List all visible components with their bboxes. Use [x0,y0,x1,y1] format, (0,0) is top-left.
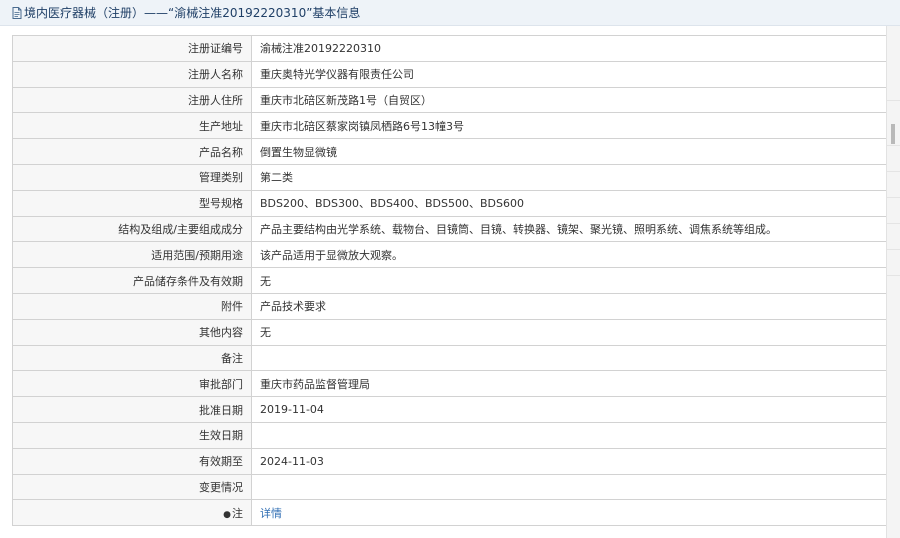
row-label: 变更情况 [12,473,252,501]
document-icon [12,6,22,19]
row-value: 倒置生物显微镜 [251,138,887,165]
table-row: 变更情况 [12,473,887,501]
note-value-cell: 详情 [251,499,887,527]
details-link[interactable]: 详情 [260,507,282,520]
row-value [251,473,887,501]
row-value: 产品技术要求 [251,292,887,320]
table-row: 生效日期 [12,421,887,449]
info-table-container: 注册证编号 渝械注准20192220310 注册人名称 重庆奥特光学仪器有限责任公司注… [12,35,887,527]
row-label: 审批部门 [12,370,252,398]
row-label: 注册人住所 [12,86,252,114]
sidebar-segment [887,198,900,224]
table-row: 生产地址 重庆市北碚区蔡家岗镇凤栖路6号13幢3号 [12,112,887,140]
table-row: 附件 产品技术要求 [12,292,887,320]
row-value: 无 [251,318,887,346]
scroll-thumb[interactable] [891,124,895,144]
row-label: 生效日期 [12,421,252,449]
table-row: 注册人名称 重庆奥特光学仪器有限责任公司 [12,60,887,88]
row-label: 附件 [12,292,252,320]
row-value: 重庆市药品监督管理局 [251,370,887,398]
row-label: 产品名称 [12,138,252,165]
row-label: 适用范围/预期用途 [12,241,252,269]
row-label: 注册证编号 [12,35,252,62]
sidebar-segment [887,26,900,101]
row-label: 批准日期 [12,396,252,423]
row-value: 第二类 [251,163,887,191]
table-row: 注册人住所 重庆市北碚区新茂路1号（自贸区） [12,86,887,114]
pin-icon: ● [223,509,231,520]
row-value: 该产品适用于显微放大观察。 [251,241,887,269]
row-label: 其他内容 [12,318,252,346]
table-row: 产品名称 倒置生物显微镜 [12,138,887,165]
row-value: BDS200、BDS300、BDS400、BDS500、BDS600 [251,189,887,217]
sidebar-segment [887,224,900,250]
table-row: 有效期至 2024-11-03 [12,447,887,475]
page-title: 境内医疗器械（注册）——“渝械注准20192220310”基本信息 [24,6,361,20]
row-label: 结构及组成/主要组成成分 [12,215,252,243]
table-row: 型号规格 BDS200、BDS300、BDS400、BDS500、BDS600 [12,189,887,217]
row-label: 管理类别 [12,163,252,191]
row-value: 重庆市北碚区蔡家岗镇凤栖路6号13幢3号 [251,112,887,140]
table-row: 备注 [12,344,887,372]
sidebar-segment [887,146,900,172]
table-row: 注册证编号 渝械注准20192220310 [12,35,887,62]
row-value [251,421,887,449]
row-label: 生产地址 [12,112,252,140]
info-table: 注册证编号 渝械注准20192220310 注册人名称 重庆奥特光学仪器有限责任公司注… [12,35,887,527]
note-label-cell: ●注 [12,499,252,527]
note-label: 注 [232,506,243,520]
row-value: 重庆市北碚区新茂路1号（自贸区） [251,86,887,114]
table-row: 结构及组成/主要组成成分 产品主要结构由光学系统、载物台、目镜筒、目镜、转换器、镜… [12,215,887,243]
table-row: 适用范围/预期用途 该产品适用于显微放大观察。 [12,241,887,269]
row-value [251,344,887,372]
note-row: ●注 详情 [12,499,887,527]
row-label: 产品储存条件及有效期 [12,267,252,294]
row-value: 2024-11-03 [251,447,887,475]
row-value: 重庆奥特光学仪器有限责任公司 [251,60,887,88]
table-row: 其他内容无 [12,318,887,346]
sidebar-segment [887,172,900,198]
row-label: 型号规格 [12,189,252,217]
sidebar-segment [887,250,900,276]
row-value: 无 [251,267,887,294]
row-label: 备注 [12,344,252,372]
table-row: 产品储存条件及有效期无 [12,267,887,294]
row-value: 渝械注准20192220310 [251,35,887,62]
page-header: 境内医疗器械（注册）——“渝械注准20192220310”基本信息 [0,0,900,26]
row-value: 2019-11-04 [251,396,887,423]
side-scroll-strip[interactable] [886,26,900,538]
table-row: 批准日期 2019-11-04 [12,396,887,423]
row-label: 有效期至 [12,447,252,475]
row-value: 产品主要结构由光学系统、载物台、目镜筒、目镜、转换器、镜架、聚光镜、照明系统、调… [251,215,887,243]
table-row: 审批部门 重庆市药品监督管理局 [12,370,887,398]
table-row: 管理类别 第二类 [12,163,887,191]
row-label: 注册人名称 [12,60,252,88]
